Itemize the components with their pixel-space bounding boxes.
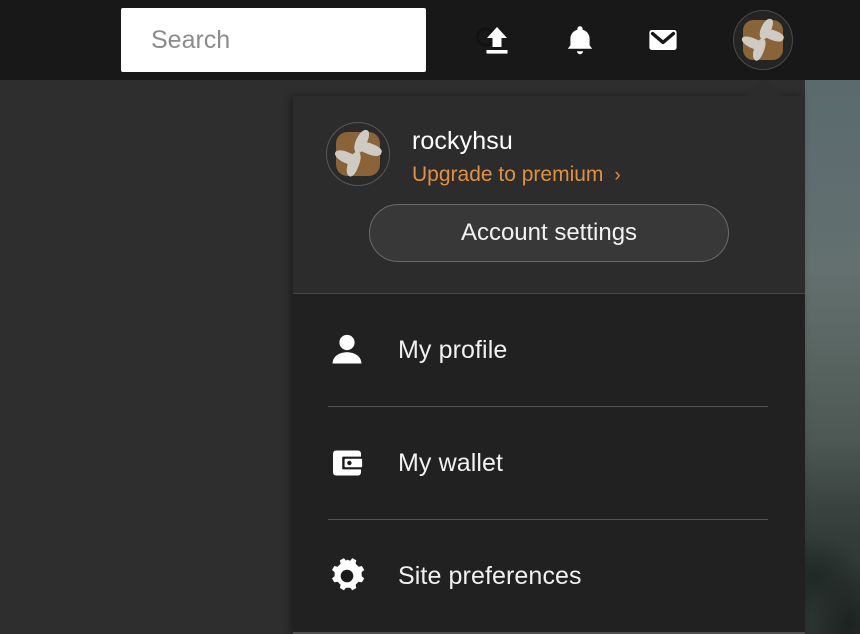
account-dropdown-menu: rockyhsu Upgrade to premium › Account se…	[293, 96, 805, 634]
dropdown-caret-icon	[743, 78, 785, 98]
chevron-right-icon: ›	[614, 164, 621, 186]
search-input[interactable]	[151, 25, 473, 55]
app-root: rockyhsu Upgrade to premium › Account se…	[0, 0, 860, 634]
user-avatar	[740, 16, 786, 62]
username-label: rockyhsu	[412, 127, 513, 155]
menu-item-label: My profile	[398, 335, 508, 364]
upgrade-label: Upgrade to premium	[412, 163, 604, 186]
top-navigation-bar	[0, 0, 860, 80]
menu-item-label: Site preferences	[398, 561, 582, 590]
gear-icon	[326, 555, 368, 597]
background-hero-image	[805, 80, 860, 634]
account-settings-button[interactable]: Account settings	[369, 204, 729, 262]
dropdown-header: rockyhsu Upgrade to premium › Account se…	[293, 96, 805, 294]
search-box[interactable]	[121, 8, 502, 72]
upload-icon[interactable]	[480, 23, 514, 57]
menu-item-my-profile[interactable]: My profile	[293, 294, 805, 406]
topbar-actions	[480, 0, 680, 80]
wallet-icon	[326, 442, 368, 484]
mail-icon[interactable]	[646, 23, 680, 57]
bell-icon[interactable]	[563, 23, 597, 57]
dropdown-user-text: rockyhsu Upgrade to premium ›	[412, 122, 621, 188]
menu-item-my-wallet[interactable]: My wallet	[293, 407, 805, 519]
dropdown-avatar[interactable]	[326, 122, 390, 186]
upgrade-to-premium-link[interactable]: Upgrade to premium ›	[412, 162, 621, 188]
dropdown-menu-list: My profile My wallet Site preferences	[293, 294, 805, 634]
user-avatar	[333, 128, 383, 179]
menu-item-site-preferences[interactable]: Site preferences	[293, 520, 805, 632]
user-avatar-button[interactable]	[733, 10, 793, 70]
menu-item-label: My wallet	[398, 448, 504, 477]
person-icon	[326, 329, 368, 371]
dropdown-user-row: rockyhsu Upgrade to premium ›	[293, 96, 805, 188]
account-settings-row: Account settings	[293, 204, 805, 262]
